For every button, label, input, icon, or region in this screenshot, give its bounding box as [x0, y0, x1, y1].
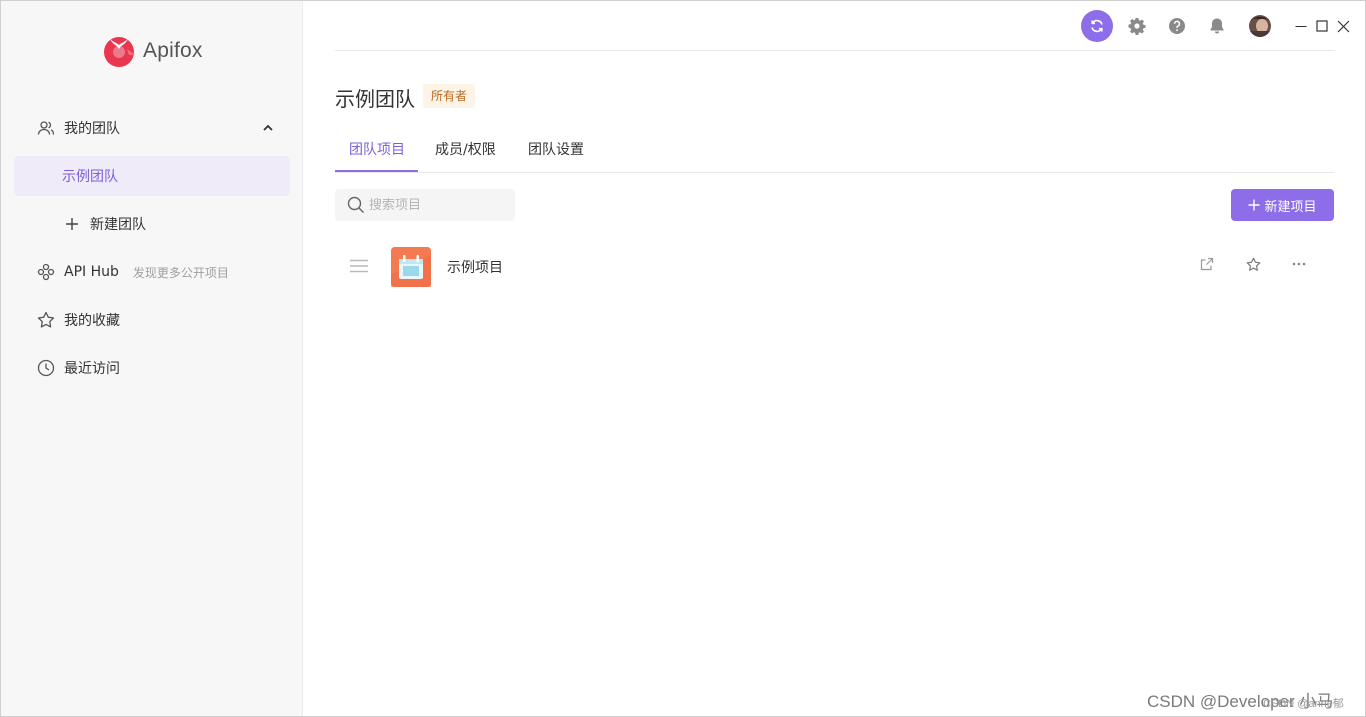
sidebar-item-label: 新建团队	[90, 217, 146, 233]
sync-icon	[1091, 19, 1103, 33]
role-badge: 所有者	[423, 84, 476, 108]
star-icon	[36, 310, 56, 330]
user-avatar-icon	[1249, 15, 1271, 37]
project-row[interactable]: 示例项目	[335, 241, 1334, 293]
star-icon	[1246, 257, 1260, 271]
active-tab-indicator	[335, 170, 418, 172]
watermark-sub: CSDN @anne郁	[1263, 698, 1344, 710]
close-button[interactable]	[1335, 10, 1351, 42]
sidebar-item-label: 我的收藏	[64, 313, 120, 329]
more-icon	[1292, 262, 1306, 266]
sidebar-item-recent[interactable]: 最近访问	[14, 348, 290, 388]
tabs-divider	[335, 172, 1334, 173]
sidebar-item-api-hub[interactable]: API Hub 发现更多公开项目	[14, 252, 290, 292]
api-hub-icon	[36, 262, 56, 282]
sidebar-item-new-team[interactable]: 新建团队	[14, 204, 290, 244]
sidebar-item-favorites[interactable]: 我的收藏	[14, 300, 290, 340]
notifications-button[interactable]	[1206, 10, 1228, 42]
apifox-logo-icon	[104, 37, 135, 67]
clock-icon	[36, 358, 56, 378]
app-logo: Apifox	[101, 33, 203, 69]
sidebar: Apifox 我的团队 示例团队 新建团队 API Hub 发现更多公开项目 我…	[1, 1, 303, 716]
external-link-icon	[1200, 257, 1214, 271]
sidebar-item-example-team[interactable]: 示例团队	[14, 156, 290, 196]
search-input[interactable]	[369, 197, 509, 213]
project-name[interactable]: 示例项目	[447, 257, 503, 277]
header-divider	[335, 50, 1335, 51]
tab-team-projects[interactable]: 团队项目	[349, 139, 405, 159]
app-window: Apifox 我的团队 示例团队 新建团队 API Hub 发现更多公开项目 我…	[0, 0, 1366, 717]
minimize-icon	[1295, 26, 1307, 27]
maximize-icon	[1316, 20, 1328, 32]
sidebar-item-label: API Hub	[64, 264, 119, 280]
help-icon	[1169, 18, 1185, 34]
sidebar-item-label: 我的团队	[64, 121, 120, 137]
favorite-button[interactable]	[1244, 255, 1262, 273]
plus-icon	[62, 214, 82, 234]
gear-icon	[1128, 18, 1146, 35]
new-project-label: 新建项目	[1264, 198, 1317, 214]
project-icon	[391, 247, 431, 287]
sidebar-item-subtitle: 发现更多公开项目	[132, 265, 229, 280]
users-icon	[36, 118, 56, 138]
chevron-up-icon[interactable]	[260, 120, 276, 136]
project-search[interactable]	[335, 189, 515, 221]
sidebar-item-label: 示例团队	[62, 169, 118, 185]
app-name: Apifox	[143, 39, 203, 62]
bell-icon	[1210, 18, 1224, 34]
close-icon	[1337, 20, 1349, 32]
new-project-button[interactable]: 新建项目	[1231, 189, 1334, 221]
plus-icon	[1248, 199, 1260, 211]
sync-button[interactable]	[1081, 10, 1113, 42]
maximize-button[interactable]	[1314, 10, 1330, 42]
open-external-button[interactable]	[1198, 255, 1216, 273]
sidebar-item-my-team[interactable]: 我的团队	[14, 108, 290, 148]
minimize-button[interactable]	[1293, 10, 1309, 42]
help-button[interactable]	[1166, 10, 1188, 42]
tab-members-permissions[interactable]: 成员/权限	[435, 139, 496, 159]
search-icon	[347, 196, 364, 213]
calendar-icon	[391, 247, 431, 287]
tab-team-settings[interactable]: 团队设置	[528, 139, 584, 159]
sidebar-item-label: 最近访问	[64, 361, 120, 377]
settings-button[interactable]	[1126, 10, 1148, 42]
avatar[interactable]	[1248, 10, 1272, 42]
drag-handle-icon[interactable]	[349, 259, 369, 273]
page-title: 示例团队	[335, 87, 415, 111]
more-button[interactable]	[1290, 255, 1308, 273]
